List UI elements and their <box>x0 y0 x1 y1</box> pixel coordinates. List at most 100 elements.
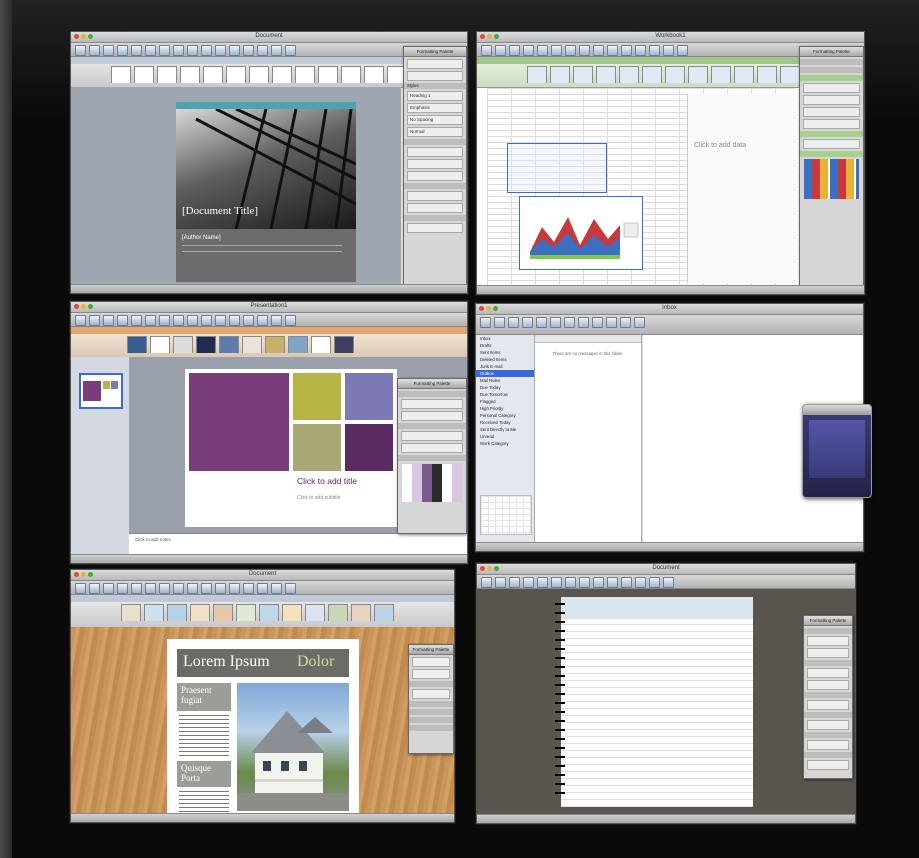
powerpoint-window[interactable]: Presentation1 Click to add title Click t… <box>70 301 468 564</box>
folder-inbox[interactable]: Inbox <box>476 335 534 342</box>
notebook-page[interactable] <box>561 597 753 807</box>
note-type-row[interactable] <box>807 740 849 750</box>
section-row[interactable] <box>807 760 849 770</box>
chart-title-row[interactable] <box>803 83 860 93</box>
formatting-palette[interactable]: Formatting Palette <box>397 378 467 534</box>
mini-calendar[interactable] <box>480 495 532 535</box>
title-section[interactable] <box>398 391 466 397</box>
font-section[interactable] <box>804 660 852 666</box>
title-bar[interactable]: Workbook1 <box>477 32 864 43</box>
chart-object[interactable] <box>519 196 643 270</box>
house-photo[interactable] <box>237 683 349 811</box>
background-swatches[interactable] <box>402 464 462 502</box>
standard-toolbar[interactable] <box>71 313 467 327</box>
message-list[interactable]: There are no messages in this folder. <box>535 335 642 543</box>
title-bar[interactable]: Presentation1 <box>71 302 467 313</box>
ribbon-tabs[interactable] <box>71 327 467 334</box>
alignment-section[interactable] <box>404 139 466 145</box>
alignment-row[interactable] <box>407 147 463 157</box>
click-to-add-data[interactable]: Click to add data <box>694 142 746 149</box>
excel-window[interactable]: Workbook1 Click to add data Formatting P… <box>476 31 865 295</box>
standard-toolbar[interactable] <box>477 575 855 589</box>
chart-data-section[interactable] <box>800 131 863 137</box>
legend-row[interactable] <box>803 119 860 129</box>
formatting-palette[interactable]: Formatting Palette <box>408 644 454 754</box>
headline-lorem-ipsum[interactable]: Lorem Ipsum <box>183 653 270 671</box>
size-row[interactable] <box>807 680 849 690</box>
sidebar-heading-porta[interactable]: Porta <box>177 773 231 783</box>
title-bar[interactable]: Document <box>71 32 467 43</box>
size-row[interactable] <box>407 71 463 81</box>
worksheet-grid[interactable]: Click to add data <box>487 88 795 285</box>
folder-drafts[interactable]: Drafts <box>476 342 534 349</box>
folder-work-category[interactable]: Work Category <box>476 440 534 447</box>
templates[interactable] <box>121 604 448 621</box>
folder-unread[interactable]: Unread <box>476 433 534 440</box>
slide-themes-gallery[interactable] <box>71 327 467 358</box>
folder-junk-email[interactable]: Junk E-mail <box>476 363 534 370</box>
title-bar[interactable]: Inbox <box>476 304 863 315</box>
data-table-row[interactable] <box>803 139 860 149</box>
title-bar[interactable]: Document <box>71 570 454 581</box>
font-row[interactable] <box>807 668 849 678</box>
document-title[interactable]: [Document Title] <box>182 205 258 217</box>
mail-toolbar[interactable] <box>476 315 863 335</box>
alignment-section[interactable] <box>800 67 863 73</box>
gridlines-row[interactable] <box>803 107 860 117</box>
spacing-section[interactable] <box>804 712 852 718</box>
ribbon-tabs[interactable] <box>71 595 454 602</box>
style-heading-1[interactable]: Heading 1 <box>407 91 463 101</box>
bullets-section[interactable] <box>804 692 852 698</box>
bullet-style-row[interactable] <box>807 700 849 710</box>
slide[interactable]: Click to add title Click to add subtitle <box>185 369 397 527</box>
folder-list[interactable]: Inbox Drafts Sent Items Deleted Items Ju… <box>476 335 535 543</box>
borders-section[interactable] <box>404 183 466 189</box>
style-row[interactable] <box>412 689 450 699</box>
chart-placeholder-box[interactable]: Click to add data <box>687 94 794 283</box>
notebook-window[interactable]: Document Formatting Palette <box>476 563 856 824</box>
font-row[interactable] <box>412 657 450 667</box>
folder-outbox[interactable]: Outbox <box>476 370 534 377</box>
notes-pane[interactable]: Click to add notes <box>129 533 467 556</box>
folder-due-today[interactable]: Due Today <box>476 384 534 391</box>
size-row[interactable] <box>412 669 450 679</box>
word-newsletter-window[interactable]: Document Lorem Ipsum Dolor Praesent fugi… <box>70 569 455 823</box>
chart-style-section[interactable] <box>800 151 863 157</box>
borders-row[interactable] <box>407 191 463 201</box>
formatting-palette[interactable]: Formatting Palette <box>799 46 864 288</box>
sidebar-heading-fugiat[interactable]: fugiat <box>177 695 231 705</box>
chart-options-section[interactable] <box>800 75 863 81</box>
sections-section[interactable] <box>804 752 852 758</box>
publication-templates-gallery[interactable] <box>71 595 454 628</box>
margins-section[interactable] <box>409 717 453 723</box>
bullet-row[interactable] <box>807 648 849 658</box>
title-bar[interactable]: Document <box>477 564 855 575</box>
title-placeholder[interactable]: Click to add title <box>297 476 357 486</box>
style-no-spacing[interactable]: No Spacing <box>407 115 463 125</box>
data-range[interactable] <box>507 143 607 193</box>
font-section[interactable] <box>800 59 863 65</box>
themes[interactable] <box>127 336 461 353</box>
fonts-row[interactable] <box>401 443 463 453</box>
formatting-palette[interactable]: Formatting Palette Styles Heading 1 Emph… <box>403 46 467 293</box>
sidebar-heading-praesent[interactable]: Praesent <box>177 683 231 695</box>
folder-sent-items[interactable]: Sent Items <box>476 349 534 356</box>
borders-section[interactable] <box>409 709 453 715</box>
folder-flagged[interactable]: Flagged <box>476 398 534 405</box>
formatting-palette[interactable]: Formatting Palette <box>803 615 853 779</box>
folder-received-today[interactable]: Received Today <box>476 419 534 426</box>
headline-dolor[interactable]: Dolor <box>297 653 334 671</box>
description-row[interactable] <box>401 411 463 421</box>
folder-due-tomorrow[interactable]: Due Tomorrow <box>476 391 534 398</box>
document-margins-section[interactable] <box>404 215 466 221</box>
styles-section[interactable] <box>409 681 453 687</box>
folder-high-priority[interactable]: High Priority <box>476 405 534 412</box>
subtitle-placeholder[interactable]: Click to add subtitle <box>297 495 340 501</box>
theme-section[interactable] <box>409 725 453 731</box>
slide-sorter-pane[interactable] <box>71 357 130 555</box>
indent-row[interactable] <box>407 171 463 181</box>
word-cover-window[interactable]: Document [Document Title] [Author Name] <box>70 31 468 294</box>
document-theme-section[interactable] <box>398 423 466 429</box>
folder-personal-category[interactable]: Personal Category <box>476 412 534 419</box>
colors-row[interactable] <box>401 431 463 441</box>
